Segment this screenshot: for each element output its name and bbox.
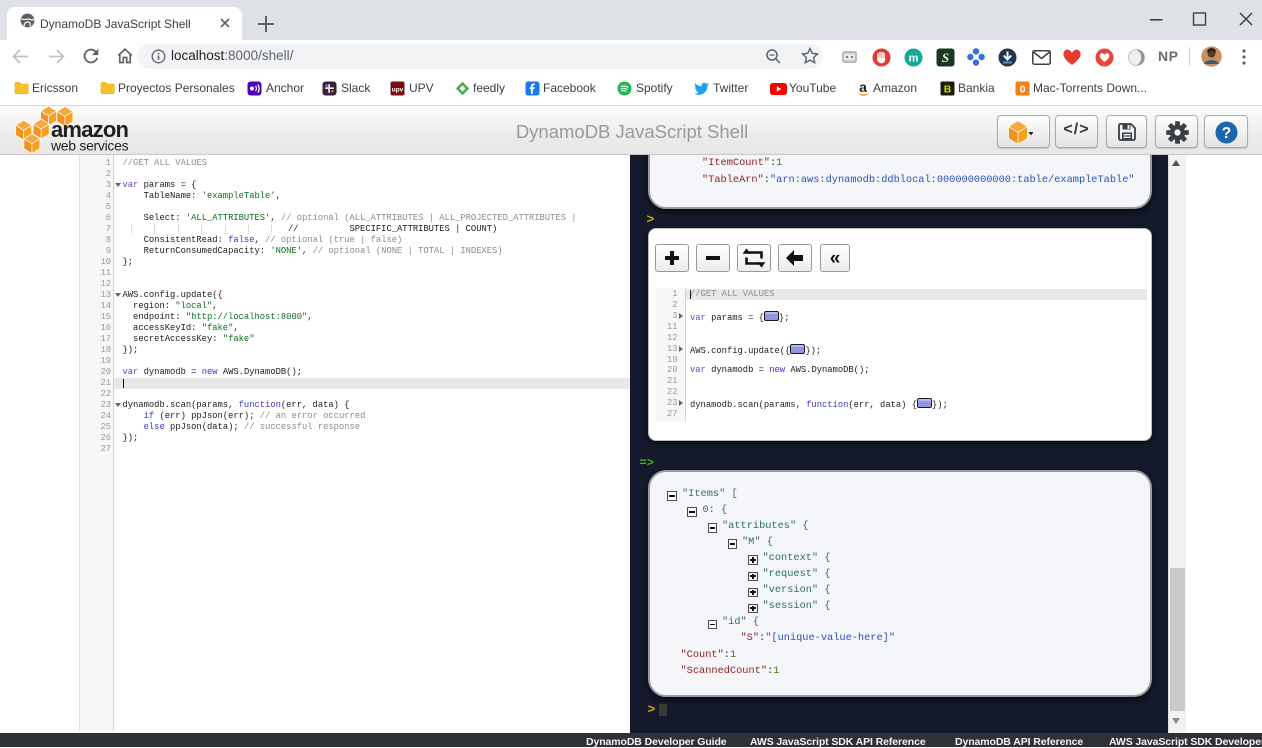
svg-text:web services: web services	[50, 138, 129, 154]
svg-text:0: 0	[1020, 84, 1026, 96]
svg-text:B: B	[944, 84, 952, 96]
svg-text:m: m	[909, 53, 919, 65]
svg-text:?: ?	[1222, 125, 1231, 142]
svg-text:upv: upv	[392, 87, 404, 94]
svg-text:S: S	[942, 50, 949, 65]
svg-text:«: «	[830, 248, 841, 269]
svg-text:a: a	[859, 80, 867, 95]
